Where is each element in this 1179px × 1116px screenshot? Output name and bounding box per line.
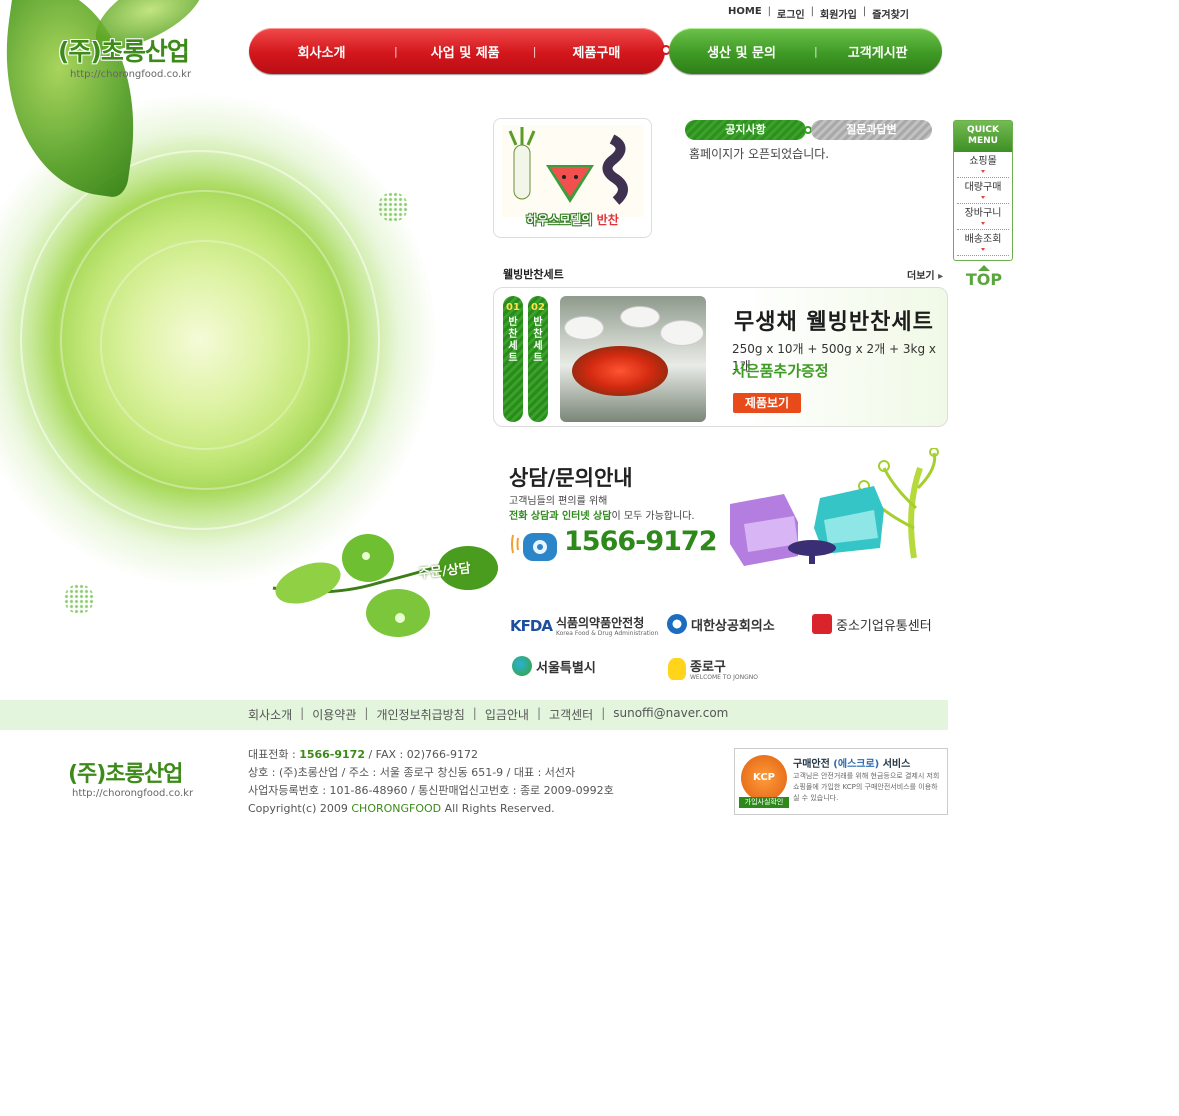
quick-menu-header: QUICK MENU — [954, 121, 1012, 152]
login-link[interactable]: 로그인 — [777, 6, 805, 21]
nav-purchase[interactable]: 제품구매 — [536, 42, 656, 61]
footer-line-address: 상호 : (주)초롱산업 / 주소 : 서울 종로구 창신동 651-9 / 대… — [248, 766, 576, 779]
house-model-caption: 하우스모델의 반찬 — [526, 213, 619, 227]
wellbeing-banner: 01 반찬세트 02 반찬세트 무생채 웰빙반찬세트 250g x 10개 + … — [493, 287, 948, 427]
footer-link-payment[interactable]: 입금안내 — [485, 706, 529, 723]
sparkle-decoration — [64, 584, 94, 614]
footer-link-terms[interactable]: 이용약관 — [312, 706, 356, 723]
quick-item-cart[interactable]: 장바구니 — [957, 204, 1009, 230]
scroll-top-button[interactable]: TOP — [962, 265, 1006, 293]
nav-customer-board[interactable]: 고객게시판 — [818, 42, 938, 61]
quick-item-delivery[interactable]: 배송조회 — [957, 230, 1009, 256]
home-link[interactable]: HOME — [728, 6, 762, 21]
top-utility-links: HOME | 로그인 | 회원가입 | 즐겨찾기 — [728, 6, 910, 21]
side-dish-photo[interactable] — [560, 296, 706, 422]
partner-jongno[interactable]: 종로구 WELCOME TO JONGNO — [668, 656, 758, 681]
quick-item-bulk[interactable]: 대량구매 — [957, 178, 1009, 204]
partner-kfda[interactable]: KFDA 식품의약품안전청 Korea Food & Drug Administ… — [510, 614, 658, 637]
consult-sub1: 고객님들의 편의를 위해 — [509, 496, 608, 507]
nav-production-inquiry[interactable]: 생산 및 문의 — [669, 42, 814, 61]
quick-item-shop[interactable]: 쇼핑몰 — [957, 152, 1009, 178]
kcp-title: 구매안전 (에스크로) 서비스 — [793, 759, 911, 770]
logo-name: (주)초롱산업 — [58, 37, 190, 66]
logo-url: http://chorongfood.co.kr — [70, 69, 192, 80]
main-nav-red: 회사소개 | 사업 및 제품 | 제품구매 — [249, 28, 665, 74]
footer-links: 회사소개 | 이용약관 | 개인정보취급방침 | 입금안내 | 고객센터 | sunoff… — [248, 706, 729, 723]
view-product-button[interactable]: 제품보기 — [733, 393, 801, 413]
quick-menu: QUICK MENU 쇼핑몰 대량구매 장바구니 배송조회 — [953, 120, 1013, 261]
leaf-branch-icon — [272, 534, 498, 637]
tab-qna[interactable]: 질문과답변 — [811, 120, 932, 140]
consult-phone: 1566-9172 — [564, 526, 717, 557]
footer-info: 대표전화 : 1566-9172 / FAX : 02)766-9172 상호 … — [248, 746, 614, 818]
kcp-verify-ribbon: 가입사실확인 — [739, 797, 789, 808]
partner-kcci[interactable]: 대한상공회의소 — [667, 614, 775, 634]
order-consult-leaf[interactable]: 주문/상담 — [268, 528, 498, 648]
nav-business-products[interactable]: 사업 및 제품 — [398, 42, 533, 61]
seoul-logo-icon — [512, 656, 532, 676]
footer-link-privacy[interactable]: 개인정보취급방침 — [376, 706, 464, 723]
partner-seoul[interactable]: 서울특별시 — [512, 656, 596, 676]
tab-notice[interactable]: 공지사항 — [685, 120, 806, 140]
notice-item[interactable]: 홈페이지가 오픈되었습니다. — [689, 145, 829, 162]
sparkle-decoration — [378, 192, 408, 222]
sbdc-logo-icon — [812, 614, 832, 634]
banner-gift: 사은품추가증정 — [732, 362, 829, 380]
footer-link-email[interactable]: sunoffi@naver.com — [613, 706, 728, 723]
banner-title: 무생채 웰빙반찬세트 — [734, 310, 934, 335]
footer-link-support[interactable]: 고객센터 — [549, 706, 593, 723]
side-dish-characters-icon — [502, 125, 644, 217]
sofa-illustration-icon — [730, 448, 939, 566]
kcp-description: 고객님은 안전거래를 위해 현금등으로 결제시 저희 쇼핑몰에 가입한 KCP의… — [793, 772, 940, 802]
house-model-banner[interactable]: 하우스모델의 반찬 — [493, 118, 652, 238]
footer-line-phone: 대표전화 : 1566-9172 / FAX : 02)766-9172 — [248, 748, 479, 761]
site-logo[interactable]: (주)초롱산업 http://chorongfood.co.kr — [58, 32, 191, 80]
partner-sbdc[interactable]: 중소기업유통센터 — [812, 614, 932, 634]
jongno-mascot-icon — [668, 657, 686, 680]
wellbeing-section-title: 웰빙반찬세트 — [503, 268, 564, 281]
kcp-escrow-badge[interactable]: KCP 가입사실확인 구매안전 (에스크로) 서비스 고객님은 안전거래를 위해… — [734, 748, 948, 815]
consult-title: 상담/문의안내 — [509, 466, 633, 490]
bookmark-link[interactable]: 즐겨찾기 — [872, 6, 909, 21]
footer-line-copyright: Copyright(c) 2009 CHORONGFOOD All Rights… — [248, 802, 555, 815]
kcp-logo-icon: KCP — [741, 755, 787, 801]
kcci-logo-icon — [667, 614, 687, 634]
consult-sub2: 전화 상담과 인터넷 상담이 모두 가능합니다. — [509, 511, 695, 522]
footer-logo: (주)초롱산업 http://chorongfood.co.kr — [68, 762, 194, 799]
set-tab-01[interactable]: 01 반찬세트 — [503, 296, 523, 422]
more-link[interactable]: 더보기 — [907, 267, 943, 282]
set-tab-02[interactable]: 02 반찬세트 — [528, 296, 548, 422]
nav-company[interactable]: 회사소개 — [249, 42, 394, 61]
footer-line-registration: 사업자등록번호 : 101-86-48960 / 통신판매업신고번호 : 종로 … — [248, 784, 614, 797]
signup-link[interactable]: 회원가입 — [820, 6, 857, 21]
main-nav-green: 생산 및 문의 | 고객게시판 — [669, 28, 942, 74]
telephone-icon — [511, 533, 557, 561]
footer-link-company[interactable]: 회사소개 — [248, 706, 292, 723]
